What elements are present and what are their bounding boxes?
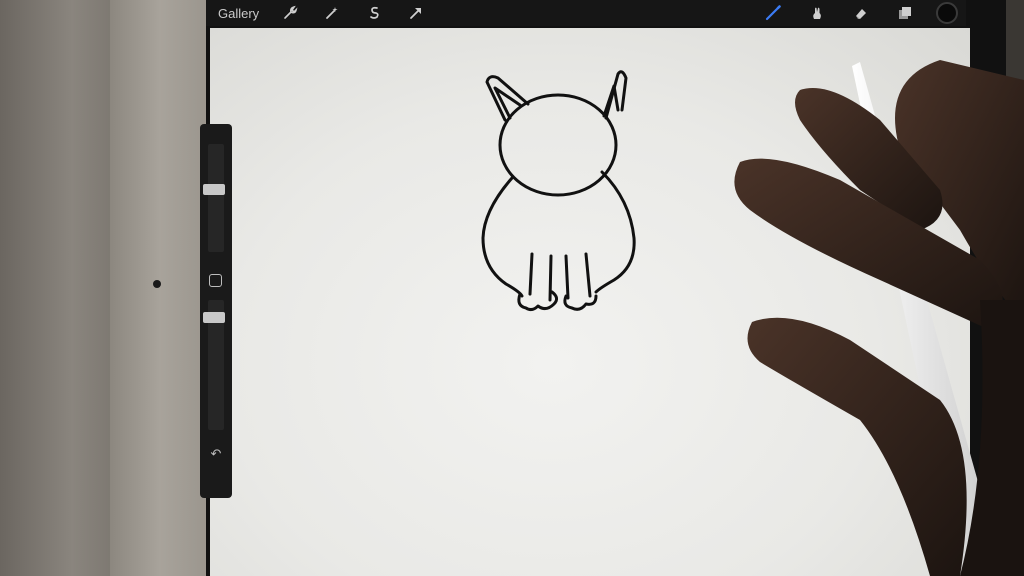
wrench-icon[interactable] — [277, 2, 303, 24]
current-color-swatch[interactable] — [936, 2, 958, 24]
selection-icon[interactable] — [361, 2, 387, 24]
photo-scene: Gallery ↶ — [0, 0, 1024, 576]
eraser-icon[interactable] — [848, 2, 874, 24]
opacity-slider[interactable] — [203, 312, 225, 323]
gallery-button[interactable]: Gallery — [218, 6, 259, 21]
transform-arrow-icon[interactable] — [403, 2, 429, 24]
cat-body — [481, 170, 636, 298]
brush-size-slider[interactable] — [203, 184, 225, 195]
magic-wand-icon[interactable] — [319, 2, 345, 24]
modify-button[interactable] — [209, 274, 222, 287]
cat-legs — [528, 252, 592, 302]
brush-size-track[interactable] — [208, 144, 224, 252]
cat-drawing — [481, 70, 636, 312]
layers-icon[interactable] — [892, 2, 918, 24]
brush-icon[interactable] — [760, 2, 786, 24]
undo-icon[interactable]: ↶ — [205, 446, 227, 464]
top-toolbar: Gallery — [206, 0, 966, 26]
cat-head — [498, 93, 618, 197]
right-toolset — [760, 0, 966, 26]
smudge-icon[interactable] — [804, 2, 830, 24]
left-sidebar: ↶ — [200, 124, 232, 498]
